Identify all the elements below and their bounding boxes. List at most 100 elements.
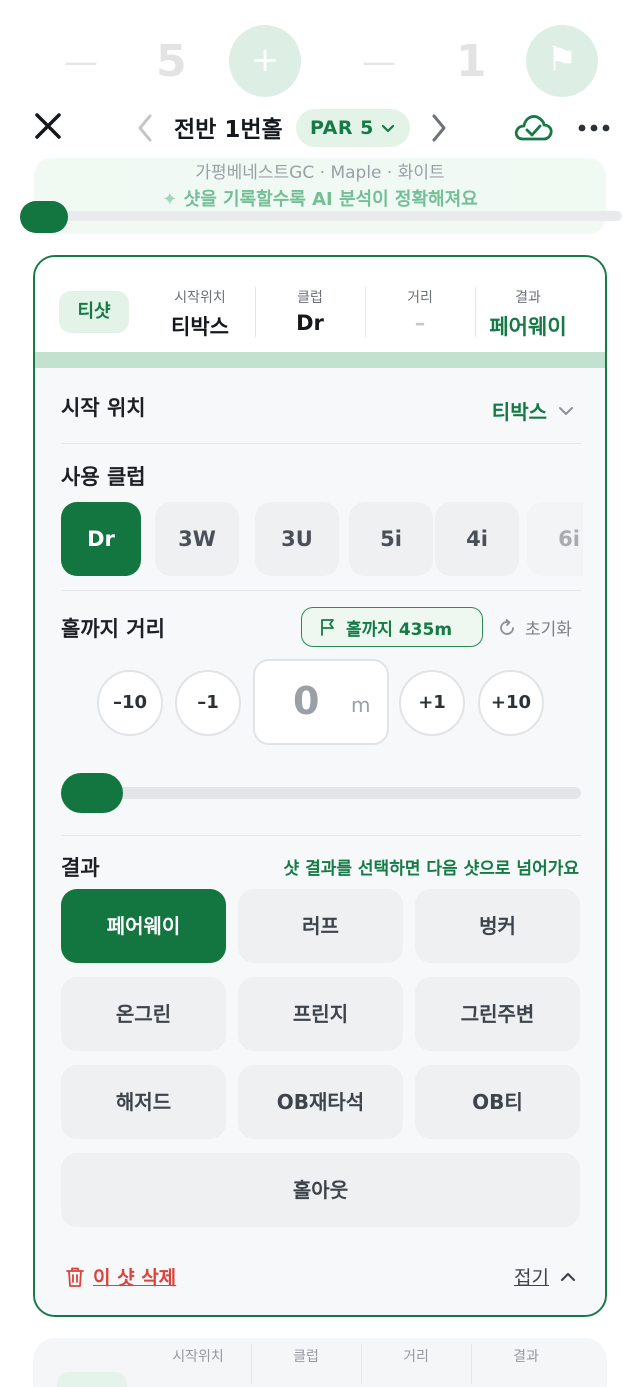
shot-type-badge bbox=[57, 1372, 127, 1387]
par-selector[interactable]: PAR 5 bbox=[296, 109, 410, 147]
result-option[interactable]: 해저드 bbox=[61, 1065, 226, 1139]
progress-thumb[interactable] bbox=[20, 201, 68, 233]
result-option[interactable]: 그린주변 bbox=[415, 977, 580, 1051]
sparkle-icon: ✦ bbox=[162, 189, 178, 210]
more-button[interactable] bbox=[576, 112, 612, 144]
summary-strip bbox=[35, 352, 605, 368]
summary-club-value: Dr bbox=[296, 311, 324, 335]
more-icon bbox=[578, 124, 610, 132]
result-option[interactable]: 프린지 bbox=[238, 977, 403, 1051]
background-score-stepper: — 5 + — 1 ⚑ bbox=[0, 22, 640, 102]
flag-icon: ⚑ bbox=[526, 25, 598, 97]
summary-result: 결과 페어웨이 bbox=[473, 287, 583, 341]
trash-icon bbox=[66, 1267, 84, 1287]
club-title: 사용 클럽 bbox=[61, 465, 146, 489]
collapse-label: 접기 bbox=[514, 1267, 549, 1289]
club-list: Dr 3W 3U 5i 4i 6i bbox=[61, 502, 583, 580]
summary-start-value: 티박스 bbox=[171, 315, 229, 339]
plus-10-button[interactable]: +10 bbox=[478, 670, 544, 736]
delete-shot-button[interactable]: 이 샷 삭제 bbox=[65, 1263, 176, 1290]
sync-button[interactable] bbox=[512, 110, 554, 146]
result-hint: 샷 결과를 선택하면 다음 샷으로 넘어가요 bbox=[283, 859, 579, 879]
result-title: 결과 bbox=[61, 856, 100, 880]
chevron-left-icon bbox=[138, 114, 152, 142]
delete-shot-label: 이 샷 삭제 bbox=[93, 1267, 177, 1289]
plus-1-button[interactable]: +1 bbox=[399, 670, 465, 736]
summary-club-label: 클럽 bbox=[293, 1349, 319, 1365]
summary-result-label: 결과 bbox=[513, 1349, 539, 1365]
distance-input[interactable]: 0 m bbox=[253, 659, 389, 745]
course-info: 가평베네스트GC · Maple · 화이트 bbox=[195, 163, 445, 183]
summary-result-value: 페어웨이 bbox=[489, 315, 567, 339]
chevron-right-icon bbox=[432, 114, 446, 142]
distance-slider-thumb[interactable] bbox=[61, 773, 123, 813]
prev-hole-button[interactable] bbox=[130, 108, 160, 148]
club-option[interactable]: 5i bbox=[349, 502, 433, 576]
divider bbox=[61, 590, 581, 591]
shot-editor: 시작 위치 티박스 사용 클럽 Dr 3W 3U 5i 4i 6i 홀까지 거리… bbox=[35, 368, 605, 1315]
chevron-up-icon bbox=[560, 1272, 576, 1281]
distance-slider-track[interactable] bbox=[63, 787, 581, 799]
summary-distance-label: 거리 bbox=[403, 1349, 429, 1365]
reset-label: 초기화 bbox=[525, 620, 572, 640]
minus-icon: — bbox=[64, 42, 98, 82]
course-banner: 가평베네스트GC · Maple · 화이트 ✦ 샷을 기록할수록 AI 분석이… bbox=[34, 158, 606, 234]
summary-distance-value: – bbox=[414, 311, 426, 335]
divider bbox=[61, 443, 581, 444]
cloud-check-icon bbox=[514, 115, 553, 141]
plus-icon: + bbox=[229, 25, 301, 97]
chevron-down-icon bbox=[381, 124, 394, 133]
result-option[interactable]: 온그린 bbox=[61, 977, 226, 1051]
close-icon bbox=[35, 113, 61, 139]
header: 전반 1번홀 PAR 5 bbox=[0, 100, 640, 156]
chevron-down-icon bbox=[559, 406, 573, 415]
summary-club-label: 클럽 bbox=[297, 290, 323, 306]
start-position-value: 티박스 bbox=[491, 400, 547, 424]
result-option[interactable]: 러프 bbox=[238, 889, 403, 963]
result-option[interactable]: 홀아웃 bbox=[61, 1153, 580, 1227]
start-position-select[interactable]: 티박스 bbox=[492, 396, 575, 425]
shot-card: 티샷 시작위치 티박스 클럽 Dr 거리 – 결과 페어웨이 시작 위치 티박스 bbox=[33, 255, 607, 1317]
score-value: 5 bbox=[156, 36, 187, 87]
distance-title: 홀까지 거리 bbox=[61, 617, 165, 641]
progress-track bbox=[30, 211, 622, 221]
club-option[interactable]: 3U bbox=[255, 502, 339, 576]
collapse-button[interactable]: 접기 bbox=[514, 1263, 577, 1290]
result-option[interactable]: 벙커 bbox=[415, 889, 580, 963]
summary-club: 클럽 Dr bbox=[255, 287, 365, 335]
summary-start-label: 시작위치 bbox=[174, 290, 226, 306]
club-option[interactable]: 6i bbox=[527, 502, 583, 576]
distance-value: 0 bbox=[293, 679, 320, 723]
club-option[interactable]: 3W bbox=[155, 502, 239, 576]
hole-title: 전반 1번홀 bbox=[174, 117, 283, 143]
summary-distance-label: 거리 bbox=[407, 290, 433, 306]
refresh-icon bbox=[500, 618, 514, 635]
result-option[interactable]: OB재타석 bbox=[238, 1065, 403, 1139]
minus-10-button[interactable]: –10 bbox=[97, 670, 163, 736]
to-hole-label: 홀까지 435m bbox=[346, 619, 453, 640]
close-button[interactable] bbox=[30, 108, 66, 144]
summary-result-label: 결과 bbox=[515, 290, 541, 306]
ai-hint-text: 샷을 기록할수록 AI 분석이 정확해져요 bbox=[183, 189, 478, 210]
to-hole-button[interactable]: 홀까지 435m bbox=[301, 607, 483, 647]
flag-icon bbox=[321, 619, 334, 636]
distance-unit: m bbox=[351, 693, 371, 717]
minus-icon: — bbox=[362, 42, 396, 82]
shot-type-badge: 티샷 bbox=[59, 291, 129, 333]
minus-1-button[interactable]: –1 bbox=[175, 670, 241, 736]
next-hole-button[interactable] bbox=[424, 108, 454, 148]
summary-distance: 거리 – bbox=[365, 287, 475, 335]
club-option[interactable]: 4i bbox=[435, 502, 519, 576]
putt-value: 1 bbox=[456, 36, 487, 87]
reset-button[interactable]: 초기화 bbox=[497, 615, 572, 640]
divider bbox=[61, 835, 581, 836]
result-option[interactable]: OB티 bbox=[415, 1065, 580, 1139]
result-option[interactable]: 페어웨이 bbox=[61, 889, 226, 963]
next-shot-card[interactable]: 시작위치 클럽 거리 결과 bbox=[33, 1338, 607, 1387]
shot-summary[interactable]: 티샷 시작위치 티박스 클럽 Dr 거리 – 결과 페어웨이 bbox=[35, 257, 605, 353]
summary-start-label: 시작위치 bbox=[172, 1349, 224, 1365]
start-position-title: 시작 위치 bbox=[61, 396, 146, 420]
ai-hint: ✦ 샷을 기록할수록 AI 분석이 정확해져요 bbox=[34, 185, 606, 211]
club-option[interactable]: Dr bbox=[61, 502, 141, 576]
par-label: PAR 5 bbox=[310, 117, 374, 139]
